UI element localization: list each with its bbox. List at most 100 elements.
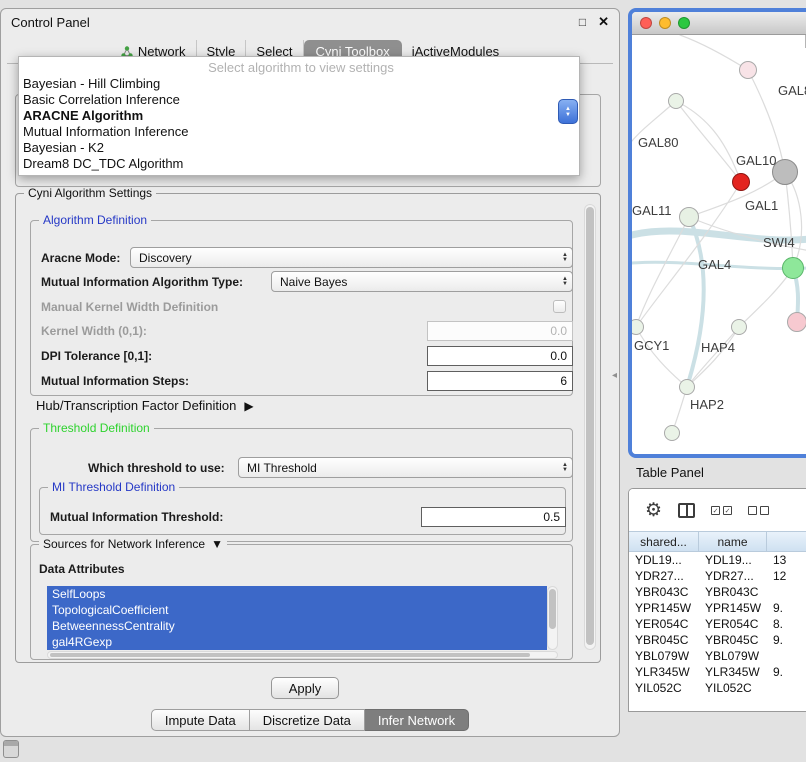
table-cell: YIL052C [699, 680, 767, 696]
columns-icon[interactable] [678, 503, 695, 518]
clear-selection-icon[interactable] [748, 506, 769, 515]
table-row[interactable]: YIL052CYIL052C [629, 680, 806, 696]
kernel-width-input[interactable] [427, 321, 573, 341]
mi-type-label: Mutual Information Algorithm Type: [41, 272, 243, 292]
mi-threshold-input[interactable] [421, 507, 566, 527]
cyni-algorithm-settings-group: Cyni Algorithm Settings Algorithm Defini… [15, 193, 601, 663]
attribute-list-item[interactable]: TopologicalCoefficient [47, 602, 547, 618]
column-header[interactable] [767, 532, 806, 551]
combo-arrows-icon: ▲▼ [562, 253, 568, 263]
algorithm-option[interactable]: Bayesian - Hill Climbing [19, 76, 579, 92]
mi-type-value: Naive Bayes [280, 275, 347, 289]
close-window-icon[interactable]: ✕ [598, 14, 609, 30]
which-threshold-combobox[interactable]: MI Threshold ▲▼ [238, 457, 573, 478]
column-header[interactable]: shared... [629, 532, 699, 551]
network-view-window: GAL8GAL80GAL10GAL11GAL1SWI4GAL4GCY1HAP4H… [628, 8, 806, 458]
algorithm-option[interactable]: Bayesian - K2 [19, 140, 579, 156]
combo-arrows-icon: ▲▼ [562, 277, 568, 287]
select-all-icon[interactable]: ✓✓ [711, 506, 732, 515]
algorithm-option[interactable]: ARACNE Algorithm [19, 108, 579, 124]
network-node[interactable] [679, 207, 699, 227]
column-header[interactable]: name [699, 532, 767, 551]
network-node[interactable] [668, 93, 684, 109]
table-row[interactable]: YPR145WYPR145W9. [629, 600, 806, 616]
algorithm-definition-title: Algorithm Definition [39, 213, 151, 227]
control-panel-titlebar[interactable]: Control Panel □ ✕ [1, 9, 619, 35]
gear-icon[interactable]: ⚙ [645, 501, 662, 520]
bottom-tab-impute-data[interactable]: Impute Data [151, 709, 250, 731]
network-edge[interactable] [676, 101, 741, 182]
table-cell: YDR27... [699, 568, 767, 584]
node-label: GAL10 [736, 153, 776, 168]
float-window-icon[interactable]: □ [579, 15, 586, 29]
table-cell [767, 648, 806, 664]
network-node[interactable] [664, 425, 680, 441]
table-row[interactable]: YDL19...YDL19...13 [629, 552, 806, 568]
table-row[interactable]: YDR27...YDR27...12 [629, 568, 806, 584]
table-row[interactable]: YBR045CYBR045C9. [629, 632, 806, 648]
network-edge[interactable] [636, 327, 687, 387]
table-cell: YPR145W [629, 600, 699, 616]
settings-vertical-scrollbar[interactable] [584, 204, 596, 650]
table-row[interactable]: YER054CYER054C8. [629, 616, 806, 632]
network-edge[interactable] [680, 35, 748, 70]
node-label: GAL8 [778, 83, 806, 98]
mi-threshold-title: MI Threshold Definition [48, 480, 179, 494]
network-node[interactable] [739, 61, 757, 79]
network-window-titlebar[interactable] [632, 12, 806, 35]
close-traffic-light-icon[interactable] [640, 17, 652, 29]
network-edge[interactable] [739, 268, 793, 327]
settings-group-title: Cyni Algorithm Settings [24, 186, 156, 200]
window-title: Control Panel [11, 15, 90, 30]
combo-down-icon: ▼ [565, 112, 571, 118]
sources-group-title[interactable]: Sources for Network Inference ▼ [39, 537, 227, 551]
attribute-list-item[interactable]: SelfLoops [47, 586, 547, 602]
network-canvas[interactable]: GAL8GAL80GAL10GAL11GAL1SWI4GAL4GCY1HAP4H… [632, 35, 806, 454]
mi-type-combobox[interactable]: Naive Bayes ▲▼ [271, 271, 573, 292]
algorithm-placeholder: Select algorithm to view settings [19, 60, 579, 76]
table-row[interactable]: YBL079WYBL079W [629, 648, 806, 664]
node-label: GAL11 [632, 203, 672, 218]
algorithm-option[interactable]: Basic Correlation Inference [19, 92, 579, 108]
data-attributes-list[interactable]: SelfLoopsTopologicalCoefficientBetweenne… [47, 586, 547, 650]
attribute-list-item[interactable]: BetweennessCentrality [47, 618, 547, 634]
node-label: HAP4 [701, 340, 735, 355]
dpi-tolerance-input[interactable] [427, 346, 573, 366]
hub-section-toggle[interactable]: Hub/Transcription Factor Definition ▶ [36, 398, 254, 413]
network-edge[interactable] [785, 172, 793, 268]
network-node[interactable] [787, 312, 806, 332]
table-cell: YBL079W [629, 648, 699, 664]
network-edge[interactable] [785, 172, 802, 268]
zoom-traffic-light-icon[interactable] [678, 17, 690, 29]
network-node[interactable] [782, 257, 804, 279]
network-node[interactable] [732, 173, 750, 191]
table-cell: 9. [767, 632, 806, 648]
minimized-panel-icon[interactable] [3, 740, 19, 758]
attributes-horizontal-scrollbar[interactable] [47, 651, 558, 659]
attributes-vertical-scrollbar[interactable] [547, 586, 558, 650]
network-node[interactable] [679, 379, 695, 395]
apply-button[interactable]: Apply [271, 677, 339, 699]
manual-kernel-checkbox[interactable] [553, 300, 566, 313]
mi-steps-input[interactable] [427, 371, 573, 391]
algorithm-option[interactable]: Dream8 DC_TDC Algorithm [19, 156, 579, 172]
which-threshold-value: MI Threshold [247, 461, 317, 475]
aracne-mode-combobox[interactable]: Discovery ▲▼ [130, 247, 573, 268]
bottom-tab-discretize-data[interactable]: Discretize Data [250, 709, 365, 731]
network-edge[interactable] [687, 217, 704, 387]
table-row[interactable]: YBR043CYBR043C [629, 584, 806, 600]
minimize-traffic-light-icon[interactable] [659, 17, 671, 29]
attribute-list-item[interactable]: gal4RGexp [47, 634, 547, 650]
table-cell [767, 680, 806, 696]
algorithm-combobox-button[interactable]: ▲ ▼ [558, 99, 578, 124]
splitter-collapse-arrow[interactable]: ◂ [612, 370, 617, 381]
dpi-tolerance-label: DPI Tolerance [0,1]: [41, 346, 152, 366]
algorithm-option[interactable]: Mutual Information Inference [19, 124, 579, 140]
aracne-mode-value: Discovery [139, 251, 192, 265]
mi-threshold-label: Mutual Information Threshold: [50, 507, 223, 527]
table-row[interactable]: YLR345WYLR345W9. [629, 664, 806, 680]
network-node[interactable] [628, 319, 644, 335]
network-node[interactable] [731, 319, 747, 335]
threshold-definition-group: Threshold Definition Which threshold to … [30, 428, 573, 542]
bottom-tab-infer-network[interactable]: Infer Network [365, 709, 469, 731]
